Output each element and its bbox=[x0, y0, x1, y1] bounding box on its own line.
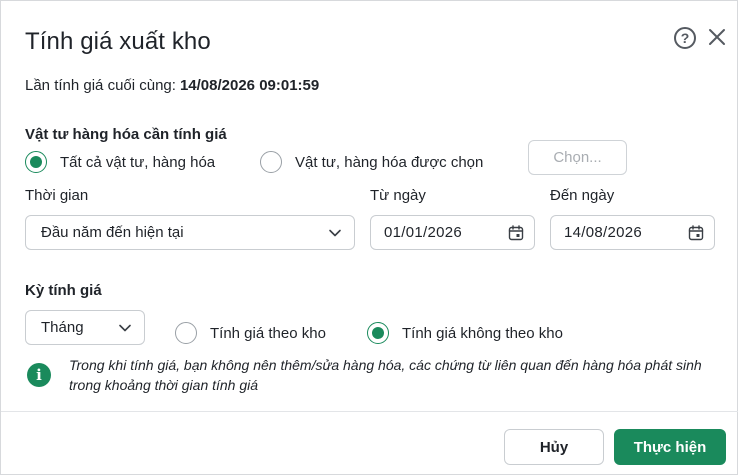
help-icon[interactable]: ? bbox=[674, 27, 696, 49]
time-range-select[interactable]: Đầu năm đến hiện tại bbox=[25, 215, 355, 250]
time-label: Thời gian bbox=[25, 187, 89, 204]
radio-by-warehouse[interactable]: Tính giá theo kho bbox=[175, 322, 326, 344]
calendar-icon[interactable] bbox=[688, 224, 704, 241]
period-section-label: Kỳ tính giá bbox=[25, 282, 102, 299]
cancel-button[interactable]: Hủy bbox=[504, 429, 604, 465]
radio-selected-items-label: Vật tư, hàng hóa được chọn bbox=[295, 153, 484, 171]
from-date-value: 01/01/2026 bbox=[384, 224, 463, 241]
info-message: Trong khi tính giá, bạn không nên thêm/s… bbox=[69, 357, 702, 393]
period-value: Tháng bbox=[41, 319, 84, 336]
radio-indicator bbox=[260, 151, 282, 173]
to-date-value: 14/08/2026 bbox=[564, 224, 643, 241]
price-calculation-dialog: Tính giá xuất kho ? Lần tính giá cuối cù… bbox=[0, 0, 738, 475]
radio-not-by-warehouse-label: Tính giá không theo kho bbox=[402, 324, 563, 342]
period-select[interactable]: Tháng bbox=[25, 310, 145, 345]
radio-indicator bbox=[175, 322, 197, 344]
radio-not-by-warehouse[interactable]: Tính giá không theo kho bbox=[367, 322, 563, 344]
to-date-input[interactable]: 14/08/2026 bbox=[550, 215, 715, 250]
choose-items-button[interactable]: Chọn... bbox=[528, 140, 627, 175]
calendar-icon[interactable] bbox=[508, 224, 524, 241]
radio-indicator bbox=[25, 151, 47, 173]
chevron-down-icon bbox=[329, 229, 341, 236]
to-date-label: Đến ngày bbox=[550, 187, 615, 204]
info-icon: i bbox=[27, 363, 51, 387]
dialog-title: Tính giá xuất kho bbox=[25, 28, 211, 55]
chevron-down-icon bbox=[119, 324, 131, 331]
time-range-value: Đầu năm đến hiện tại bbox=[41, 224, 184, 241]
radio-indicator bbox=[367, 322, 389, 344]
submit-button[interactable]: Thực hiện bbox=[614, 429, 726, 465]
last-calculation-value: 14/08/2026 09:01:59 bbox=[179, 77, 320, 94]
footer-divider bbox=[1, 411, 738, 412]
close-icon[interactable] bbox=[706, 26, 728, 48]
radio-by-warehouse-label: Tính giá theo kho bbox=[210, 324, 326, 342]
radio-selected-items[interactable]: Vật tư, hàng hóa được chọn bbox=[260, 151, 483, 173]
from-date-label: Từ ngày bbox=[370, 187, 426, 204]
last-calculation-label: Lần tính giá cuối cùng: bbox=[25, 77, 176, 94]
from-date-input[interactable]: 01/01/2026 bbox=[370, 215, 535, 250]
last-calculation-info: Lần tính giá cuối cùng: 14/08/2026 09:01:… bbox=[25, 77, 319, 94]
radio-all-items[interactable]: Tất cả vật tư, hàng hóa bbox=[25, 151, 215, 173]
radio-all-items-label: Tất cả vật tư, hàng hóa bbox=[60, 153, 216, 171]
items-section-label: Vật tư hàng hóa cần tính giá bbox=[25, 126, 227, 143]
